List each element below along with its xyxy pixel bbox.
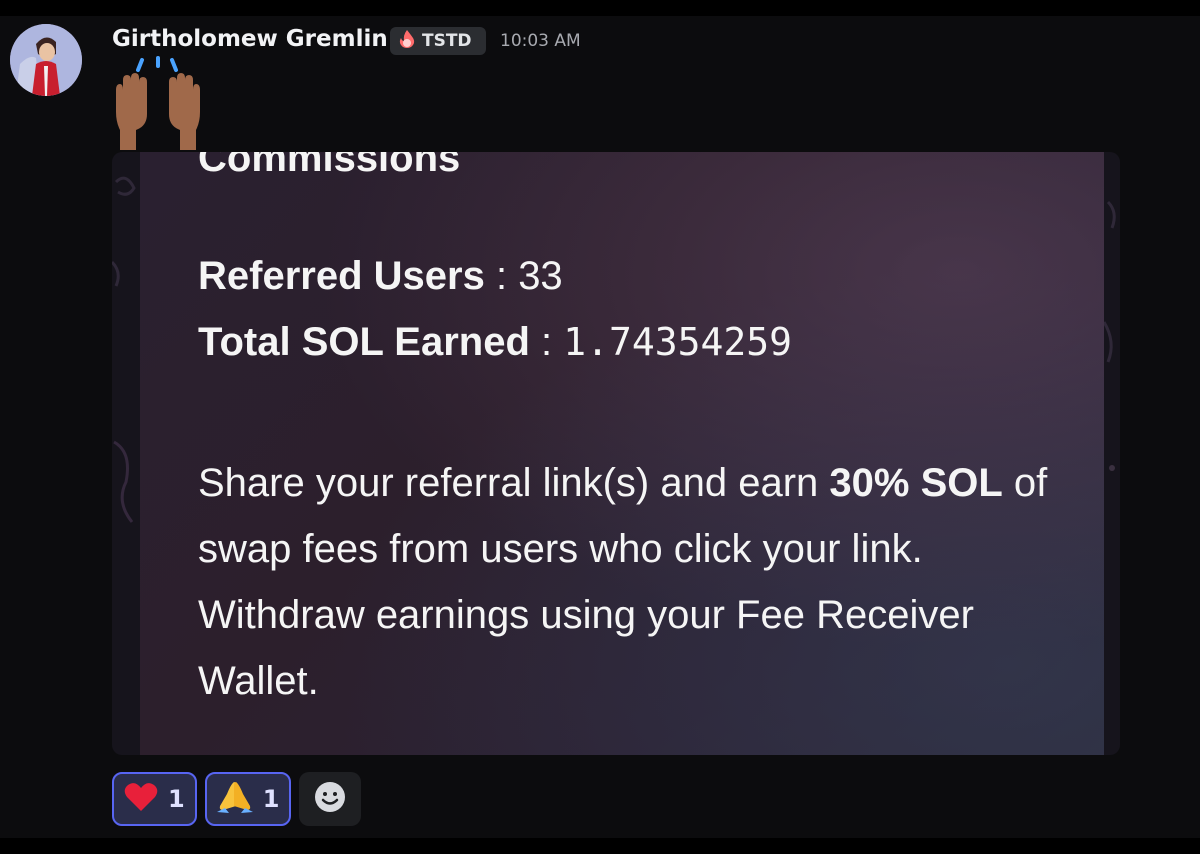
- description-part-1: Share your referral link(s) and earn: [198, 461, 830, 505]
- referred-users-line: Referred Users : 33: [198, 254, 563, 299]
- reactions-bar: 1 1: [112, 772, 362, 826]
- folded-hands-icon: [216, 780, 253, 818]
- referred-users-label: Referred Users: [198, 254, 485, 298]
- attached-image[interactable]: Commissions Referred Users : 33 Total SO…: [112, 152, 1120, 755]
- discord-message-view: Girtholomew Gremlin TSTD 10:03 AM Commis…: [0, 0, 1200, 854]
- heart-icon: [124, 782, 158, 816]
- add-reaction-button[interactable]: [299, 772, 362, 826]
- author-name[interactable]: Girtholomew Gremlin: [112, 26, 388, 52]
- raising-hands-icon: [108, 56, 208, 152]
- fire-icon: [396, 29, 418, 53]
- message-timestamp[interactable]: 10:03 AM: [500, 31, 581, 51]
- user-avatar[interactable]: [10, 24, 82, 96]
- tag-label: TSTD: [422, 31, 472, 51]
- card-heading: Commissions: [198, 152, 461, 180]
- total-sol-value: 1.74354259: [563, 320, 793, 364]
- reaction-count: 1: [168, 785, 185, 813]
- description-highlight: 30% SOL: [829, 461, 1003, 505]
- referral-description: Share your referral link(s) and earn 30%…: [198, 450, 1098, 714]
- smiley-icon: [313, 780, 347, 818]
- separator: :: [541, 320, 564, 364]
- reaction-heart[interactable]: 1: [112, 772, 197, 826]
- total-sol-line: Total SOL Earned : 1.74354259: [198, 320, 792, 365]
- referral-card: Commissions Referred Users : 33 Total SO…: [140, 152, 1104, 755]
- bottom-bar: [0, 838, 1200, 854]
- server-tag-badge[interactable]: TSTD: [390, 27, 486, 55]
- reaction-folded-hands[interactable]: 1: [204, 772, 292, 826]
- referred-users-value: 33: [518, 254, 563, 298]
- total-sol-label: Total SOL Earned: [198, 320, 530, 364]
- reaction-count: 1: [262, 785, 280, 813]
- top-bar: [0, 0, 1200, 16]
- separator: :: [495, 254, 519, 298]
